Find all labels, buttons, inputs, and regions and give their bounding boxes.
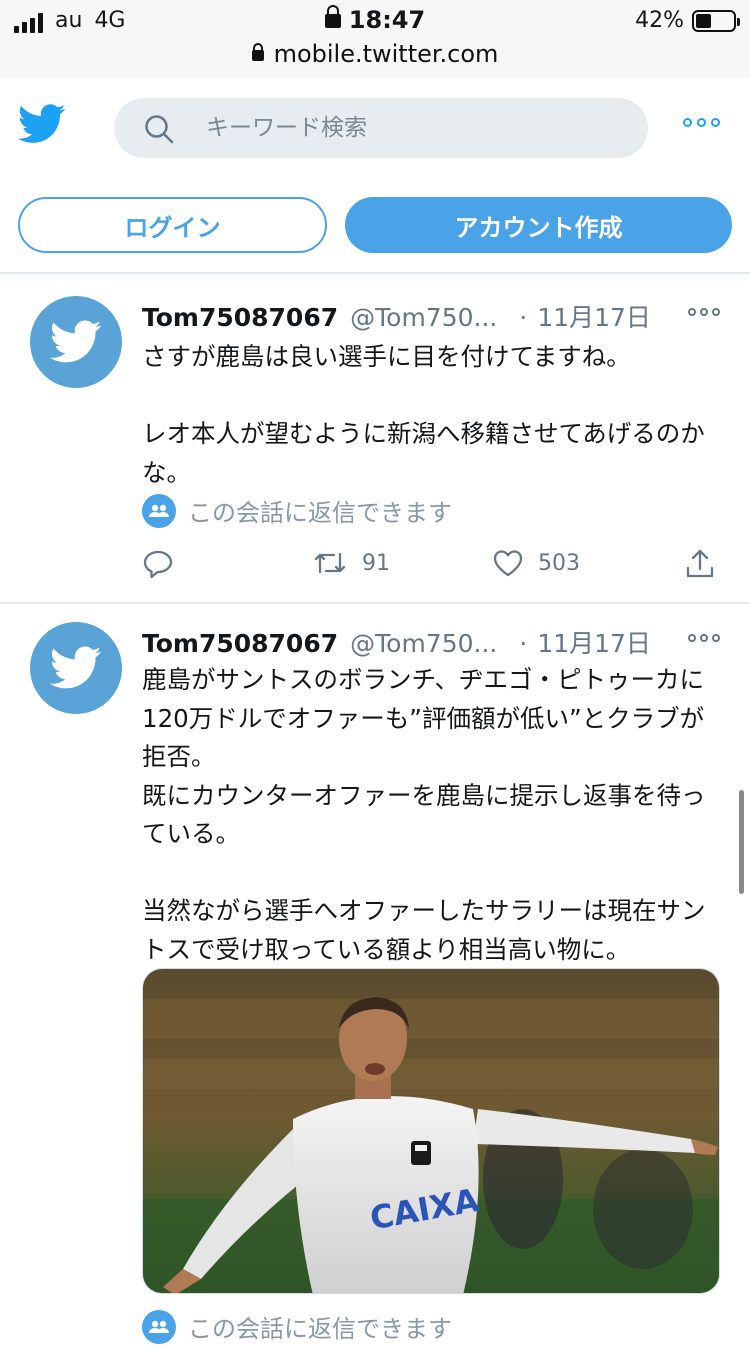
twitter-logo-icon[interactable] (18, 104, 66, 144)
like-button[interactable]: 503 (492, 548, 580, 578)
orientation-lock-icon (324, 5, 341, 28)
reply-note-text: この会話に返信できます (188, 499, 452, 527)
default-avatar-bird-icon (50, 320, 102, 363)
search-icon (145, 115, 174, 144)
address-bar[interactable]: mobile.twitter.com (0, 40, 750, 68)
user-name[interactable]: Tom75087067 (142, 629, 338, 658)
signup-button[interactable]: アカウント作成 (345, 197, 732, 253)
tweet[interactable]: Tom75087067 @Tom750... · 11月17日 さすが鹿島は良い… (0, 274, 750, 604)
separator-dot: · (519, 629, 528, 658)
url-text[interactable]: mobile.twitter.com (274, 40, 499, 68)
tweet-menu-icon[interactable] (688, 308, 720, 316)
soccer-player-photo: CAIXA (143, 969, 719, 1293)
battery-icon (692, 9, 740, 32)
battery-percent: 42% (635, 8, 684, 33)
tweet-text: 鹿島がサントスのボランチ、ヂエゴ・ピトゥーカに120万ドルでオファーも”評価額が… (142, 665, 706, 964)
status-right: 42% (635, 8, 740, 33)
tweet-header: Tom75087067 @Tom750... · 11月17日 (142, 298, 651, 334)
avatar[interactable] (30, 622, 122, 714)
user-handle[interactable]: @Tom750... (350, 629, 497, 658)
heart-icon (493, 550, 523, 577)
tweet-photo[interactable]: CAIXA (142, 968, 720, 1294)
retweet-icon (314, 552, 346, 574)
reply-button[interactable] (142, 548, 174, 580)
tweet-menu-icon[interactable] (688, 634, 720, 642)
share-button[interactable] (684, 548, 716, 580)
tweet-text: さすが鹿島は良い選手に目を付けてますね。 レオ本人が望むように新潟へ移籍させてあ… (142, 342, 705, 487)
reply-icon (143, 550, 173, 579)
time-label: 18:47 (348, 6, 426, 34)
status-bar: au 4G 18:47 42% mobile.twitter.com (0, 0, 750, 78)
separator-dot: · (519, 303, 528, 332)
login-button[interactable]: ログイン (18, 197, 327, 253)
retweet-count: 91 (362, 550, 390, 576)
share-icon (686, 549, 714, 578)
tweet[interactable]: Tom75087067 @Tom750... · 11月17日 鹿島がサントスの… (0, 604, 750, 1344)
default-avatar-bird-icon (50, 646, 102, 689)
tweet-date[interactable]: 11月17日 (537, 624, 651, 660)
lock-icon (251, 42, 264, 61)
avatar[interactable] (30, 296, 122, 388)
tweet-date[interactable]: 11月17日 (537, 298, 651, 334)
like-count: 503 (538, 550, 580, 576)
scrollbar[interactable] (739, 790, 744, 894)
more-options-icon[interactable] (683, 118, 720, 127)
user-name[interactable]: Tom75087067 (142, 303, 338, 332)
search-input[interactable] (206, 108, 626, 148)
user-handle[interactable]: @Tom750... (350, 303, 497, 332)
top-nav (0, 78, 750, 178)
search-bar[interactable] (114, 98, 648, 158)
reply-restriction-note: この会話に返信できます (142, 493, 452, 528)
tweet-actions: 91 503 (142, 548, 722, 588)
reply-note-text: この会話に返信できます (188, 1315, 452, 1343)
people-icon (142, 1309, 176, 1344)
retweet-button[interactable]: 91 (312, 548, 390, 578)
reply-restriction-note: この会話に返信できます (142, 1309, 452, 1344)
tweet-header: Tom75087067 @Tom750... · 11月17日 (142, 624, 651, 660)
people-icon (142, 493, 176, 528)
